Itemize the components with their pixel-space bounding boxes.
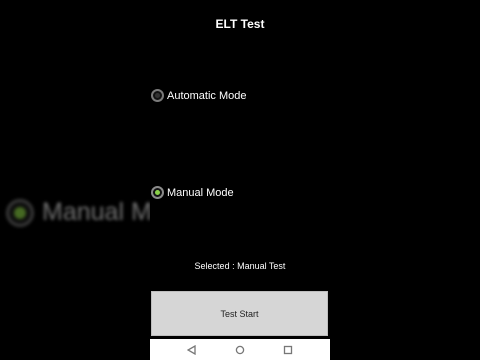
recents-icon[interactable] bbox=[281, 343, 295, 357]
ghost-radio-icon bbox=[6, 198, 34, 227]
background-blur-panel: Manual Mode bbox=[0, 0, 150, 360]
ghost-manual-mode: Manual Mode bbox=[6, 198, 150, 227]
home-icon[interactable] bbox=[233, 343, 247, 357]
ghost-label: Manual Mode bbox=[42, 198, 150, 226]
page-title: ELT Test bbox=[215, 17, 265, 31]
radio-unchecked-icon[interactable] bbox=[151, 89, 164, 102]
app-screen: ELT Test Automatic Mode Manual Mode Sele… bbox=[150, 0, 330, 360]
test-start-button[interactable]: Test Start bbox=[151, 291, 328, 336]
radio-label-manual[interactable]: Manual Mode bbox=[167, 187, 234, 199]
system-nav-bar bbox=[150, 339, 330, 360]
back-icon[interactable] bbox=[185, 343, 199, 357]
radio-label-automatic[interactable]: Automatic Mode bbox=[167, 90, 246, 102]
radio-checked-icon[interactable] bbox=[151, 186, 164, 199]
radio-automatic-mode[interactable]: Automatic Mode bbox=[151, 89, 246, 102]
selected-status: Selected : Manual Test bbox=[194, 261, 286, 271]
radio-manual-mode[interactable]: Manual Mode bbox=[151, 186, 234, 199]
